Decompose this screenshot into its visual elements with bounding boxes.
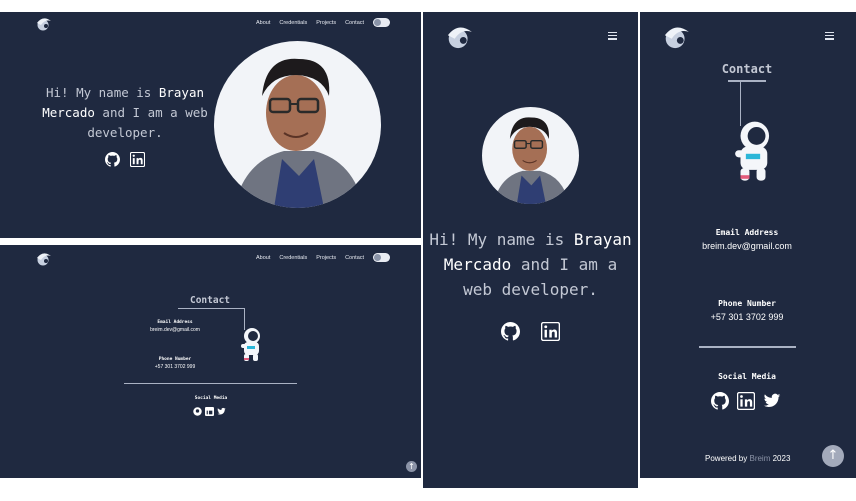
title-underline	[178, 308, 245, 309]
nav-link-projects[interactable]: Projects	[316, 20, 336, 26]
phone-label: Phone Number	[158, 357, 192, 362]
github-icon[interactable]	[193, 407, 202, 416]
hero-intro: Hi! My name is Brayan Mercado and I am a…	[40, 83, 210, 143]
linkedin-icon[interactable]	[205, 407, 214, 416]
nav-link-projects[interactable]: Projects	[316, 255, 336, 261]
nav-link-credentials[interactable]: Credentials	[279, 20, 307, 26]
contact-title: Contact	[189, 295, 231, 306]
hero-name-first: Brayan	[573, 230, 632, 249]
email-label: Email Address	[157, 320, 193, 325]
hero-prefix: Hi! My name is	[429, 230, 565, 249]
hero-suffix-1: and I am a	[520, 255, 618, 274]
hero-suffix-2: web developer.	[463, 280, 598, 299]
theme-toggle[interactable]	[373, 18, 391, 27]
hero-social-icons	[501, 322, 560, 341]
hero-name-last: Mercado	[443, 255, 512, 274]
contact-divider	[699, 346, 796, 348]
footer-brand-link[interactable]: Breim	[749, 454, 770, 463]
top-nav: About Credentials Projects Contact	[256, 253, 391, 262]
logo-icon[interactable]	[35, 252, 52, 266]
social-label: Social Media	[718, 372, 776, 381]
hero-name-last: Mercado	[42, 105, 95, 120]
mobile-hero-panel: Hi! My name is Brayan Mercado and I am a…	[423, 12, 638, 488]
footer-year: 2023	[772, 454, 791, 463]
nav-link-contact[interactable]: Contact	[345, 255, 364, 261]
footer-credit: Powered by Breim 2023	[705, 454, 790, 463]
scroll-top-icon[interactable]: ↑	[822, 445, 844, 467]
contact-social-icons	[193, 407, 226, 416]
hero-intro: Hi! My name is Brayan Mercado and I am a…	[429, 227, 632, 302]
hero-name-first: Brayan	[158, 85, 205, 100]
linkedin-icon[interactable]	[130, 152, 145, 167]
nav-link-about[interactable]: About	[256, 20, 270, 26]
github-icon[interactable]	[105, 152, 120, 167]
linkedin-icon[interactable]	[541, 322, 560, 341]
email-value[interactable]: breim.dev@gmail.com	[125, 327, 225, 333]
twitter-icon[interactable]	[217, 407, 226, 416]
astronaut-illustration	[735, 121, 770, 181]
hero-suffix: and I am a web developer.	[87, 105, 208, 140]
top-nav: About Credentials Projects Contact	[256, 18, 391, 27]
menu-icon[interactable]	[608, 32, 617, 42]
nav-link-contact[interactable]: Contact	[345, 20, 364, 26]
mobile-contact-panel: Contact Email Address breim.dev@gmail.co…	[640, 12, 856, 478]
nav-link-credentials[interactable]: Credentials	[279, 255, 307, 261]
github-icon[interactable]	[501, 322, 520, 341]
phone-value[interactable]: +57 301 3702 999	[125, 364, 225, 370]
phone-value[interactable]: +57 301 3702 999	[682, 312, 812, 322]
contact-social-icons	[711, 392, 781, 410]
logo-icon[interactable]	[35, 17, 52, 31]
hero-prefix: Hi! My name is	[45, 85, 152, 100]
contact-divider	[124, 383, 297, 384]
menu-icon[interactable]	[825, 32, 834, 42]
nav-link-about[interactable]: About	[256, 255, 270, 261]
phone-label: Phone Number	[718, 299, 776, 308]
title-underline	[728, 80, 766, 82]
hero-social-icons	[105, 152, 145, 167]
linkedin-icon[interactable]	[737, 392, 755, 410]
desktop-contact-panel: About Credentials Projects Contact Conta…	[0, 245, 421, 478]
github-icon[interactable]	[711, 392, 729, 410]
email-label: Email Address	[715, 228, 779, 237]
footer-prefix: Powered by	[705, 454, 748, 463]
theme-toggle[interactable]	[373, 253, 391, 262]
profile-photo	[214, 41, 381, 208]
twitter-icon[interactable]	[763, 392, 781, 410]
logo-icon[interactable]	[660, 25, 692, 49]
social-label: Social Media	[194, 396, 228, 401]
email-value[interactable]: breim.dev@gmail.com	[682, 241, 812, 251]
contact-title: Contact	[721, 62, 773, 76]
astronaut-illustration	[241, 328, 260, 361]
desktop-hero-panel: About Credentials Projects Contact Hi! M…	[0, 12, 421, 238]
logo-icon[interactable]	[443, 25, 475, 49]
profile-photo	[482, 107, 579, 204]
scroll-top-icon[interactable]: ↑	[406, 461, 417, 472]
